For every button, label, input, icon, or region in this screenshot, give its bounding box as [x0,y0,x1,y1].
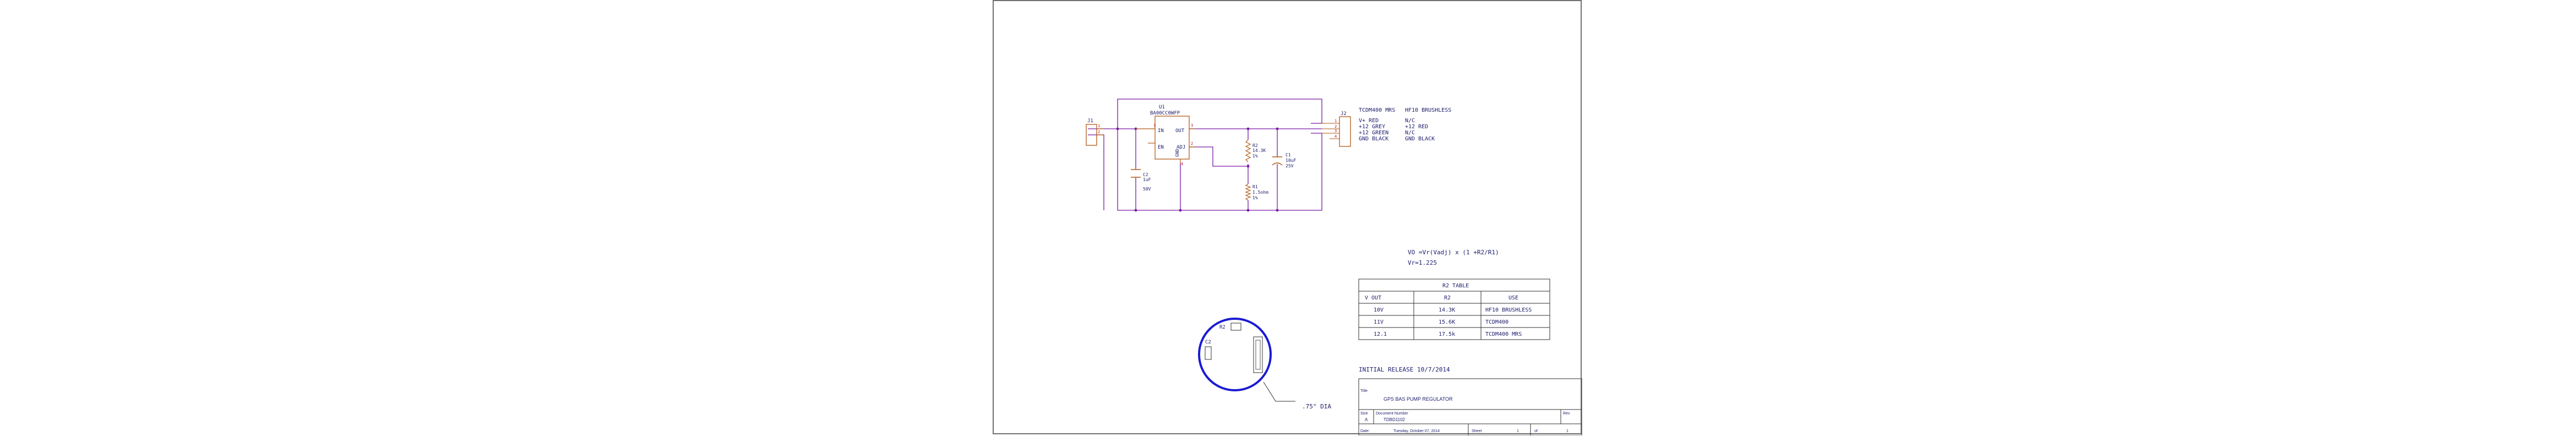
rev-label: Rev [1563,412,1570,416]
r2-table-r2-use: TCDM400 [1485,319,1508,325]
r2-table-col-vout: V OUT [1365,295,1381,301]
r1-value: 1.5ohm [1252,190,1268,195]
r2-tol: 1% [1252,154,1258,159]
wiring-row-3-left: +12 GREEN [1359,130,1388,136]
c1-voltage: 25V [1286,163,1294,168]
r2-table-col-r2: R2 [1444,295,1451,301]
c2-ref: C2 [1143,172,1148,177]
j2-pin-1: 1 [1335,119,1337,123]
board-diameter-label: .75" DIA [1302,403,1331,410]
j2-pin-2: 2 [1335,124,1337,129]
u1-pinnum-2: 2 [1191,141,1193,146]
r2-table-r3-vout: 12.1 [1374,331,1387,337]
board-connector-footprint [1253,336,1263,373]
wiring-row-4-right: GND BLACK [1405,136,1435,142]
r2-table-r2-r2: 15.6K [1439,319,1455,325]
r2-table-r1-r2: 14.3K [1439,307,1455,313]
r2-table-r3-use: TCDM400 MRS [1485,331,1522,337]
r1-tol: 1% [1252,195,1258,200]
u1-pinnum-1: 1 [1153,123,1156,128]
capacitor-c1: C1 10uF 25V [1272,152,1296,168]
wiring-row-1-left: V+ RED [1359,118,1379,124]
r2-table-r1-vout: 10V [1374,307,1384,313]
title-block: Title GPS BAS PUMP REGULATOR Size A Docu… [1358,378,1582,435]
j2-pin-4: 4 [1335,134,1337,139]
r2-table-r1-use: HF10 BRUSHLESS [1485,307,1532,313]
connector-j2: J2 1 2 3 4 [1322,111,1351,147]
of-label: of [1534,429,1538,433]
wiring-table: TCDM400 MRS HF10 BRUSHLESS V+ RED N/C +1… [1359,107,1451,142]
board-label-r2: R2 [1219,325,1226,330]
size-label: Size [1360,412,1368,416]
c2-value: 1uF [1143,177,1151,182]
wiring-header-right: HF10 BRUSHLESS [1405,107,1451,113]
wiring-row-3-right: N/C [1405,130,1415,136]
title-label: Title [1360,389,1368,393]
u1-ref: U1 [1159,105,1165,110]
resistor-r2: R2 14.3K 1% [1245,139,1266,162]
sheet-label: Sheet [1472,429,1482,433]
date-value: Tuesday, October 07, 2014 [1393,429,1440,433]
docnum-value: TDBD1102 [1384,417,1406,422]
sheet-value: 1 [1517,429,1519,433]
resistor-r1: R1 1.5ohm 1% [1245,183,1268,201]
r1-ref: R1 [1252,184,1258,189]
wiring-row-4-left: GND BLACK [1359,136,1388,142]
formula: VO =Vr(Vadj) x (1 +R2/R1) Vr=1.225 [1408,249,1499,266]
c1-value: 10uF [1286,158,1296,163]
date-label: Date: [1360,429,1370,433]
connector-j1: J1 1 2 [1086,118,1104,146]
c2-voltage: 50V [1143,187,1151,192]
r2-table-title: R2 TABLE [1442,283,1469,289]
docnum-label: Document Number [1376,412,1408,416]
schematic-canvas: J1 1 2 U1 BA00CC0WFP IN OUT EN ADJ GND 1… [1086,99,1582,435]
r2-table-r2-vout: 11V [1374,319,1384,325]
regulator-u1: U1 BA00CC0WFP IN OUT EN ADJ GND 1 3 2 4 [1136,105,1196,166]
r2-table-col-use: USE [1508,295,1518,301]
u1-pin-gnd: GND [1175,149,1180,157]
j2-pin-3: 3 [1335,129,1337,133]
r2-table-r3-r2: 17.5k [1439,331,1455,337]
u1-pin-out: OUT [1175,128,1185,134]
board-outline: R2 C2 .75" DIA [1198,318,1331,410]
board-circle [1198,318,1272,391]
j1-pin-2: 2 [1098,130,1100,134]
board-label-c2: C2 [1205,340,1211,345]
formula-line-2: Vr=1.225 [1408,259,1437,266]
c1-ref: C1 [1286,152,1291,157]
size-value: A [1365,417,1368,422]
j1-pin-1: 1 [1098,124,1100,128]
j2-ref: J2 [1341,111,1347,117]
capacitor-c2: C2 1uF 50V [1131,169,1151,192]
board-r2-footprint [1230,323,1241,331]
j1-ref: J1 [1087,118,1093,124]
u1-part: BA00CC0WFP [1150,111,1180,116]
r2-ref: R2 [1252,143,1258,148]
of-value: 1 [1566,429,1569,433]
u1-pinnum-4: 4 [1181,162,1183,166]
r2-value: 14.3K [1252,148,1266,153]
r2-table: R2 TABLE V OUT R2 USE 10V 14.3K HF10 BRU… [1358,279,1550,340]
title-value: GPS BAS PUMP REGULATOR [1384,396,1453,402]
wiring-header-left: TCDM400 MRS [1359,107,1395,113]
wiring-row-2-left: +12 GREY [1359,124,1385,130]
u1-pinnum-3: 3 [1191,123,1193,128]
wiring-row-1-right: N/C [1405,118,1415,124]
u1-pin-en: EN [1158,145,1164,150]
release-note: INITIAL RELEASE 10/7/2014 [1359,366,1450,373]
schematic-sheet: J1 1 2 U1 BA00CC0WFP IN OUT EN ADJ GND 1… [993,0,1582,435]
formula-line-1: VO =Vr(Vadj) x (1 +R2/R1) [1408,249,1499,256]
u1-pin-in: IN [1158,128,1164,134]
board-c2-footprint [1205,346,1212,360]
wiring-row-2-right: +12 RED [1405,124,1428,130]
